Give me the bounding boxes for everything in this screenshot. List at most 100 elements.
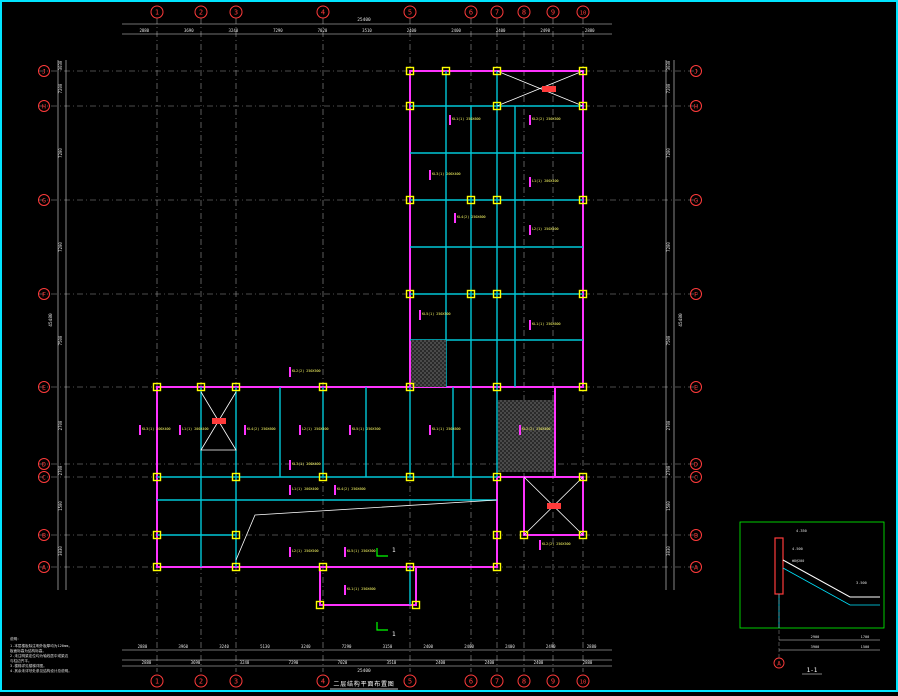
stair-opening-east [547,503,561,509]
axis-label-x: 5 [408,9,412,17]
detail-elev-mid: 4.500 [792,547,803,551]
beam-label: KL5(1) 250X500 [347,549,376,553]
beam-label: KL5(1) 250X500 [422,312,451,316]
note-line-2: 板面标高为结构标高。 [10,648,46,653]
note-line-6: 4.其余未详尽处参见结构设计总说明。 [10,668,72,673]
plan-title: 二层结构平面布置图 [333,680,394,688]
dim-segment: 2400 [464,644,474,649]
axis-label-y: F [694,291,698,299]
dim-side-segment: 7200 [58,83,63,93]
beam-tag [139,425,141,435]
dim-segment: 3240 [301,644,311,649]
beam-label: L1(1) 200X400 [532,179,559,183]
dim-side-segment: 7200 [666,83,671,93]
beam-tag [529,177,531,187]
beam-tag [179,425,181,435]
axis-bubbles-x: 1 1 2 2 3 3 4 4 5 5 6 6 7 7 8 8 9 9 10 10 [150,5,590,688]
dim-left-total: 45480 [48,313,54,327]
dim-side-segment: 7200 [58,148,63,158]
dim-segment: 2880 [142,660,152,665]
axis-label-y: F [42,291,46,299]
beam-label: KL2(2) 250X500 [542,542,571,546]
dim-segment: 2400 [407,28,417,33]
beam-tag [289,485,291,495]
detail-slab [782,559,880,598]
beam-label: KL4(2) 250X600 [457,215,486,219]
dim-segment: 7290 [273,28,283,33]
dim-segment: 2400 [496,28,506,33]
dim-right-total: 45480 [678,313,684,327]
beam-tag [529,115,531,125]
interior-beams [157,71,583,605]
beam-label: KL2(2) 250X500 [532,117,561,121]
detail-elev-right: 3.500 [856,581,867,585]
beam-tag [449,115,451,125]
dim-segment: 7290 [289,660,299,665]
stair-hatch-areas [411,340,554,472]
dim-segment: 2880 [138,644,148,649]
beam-tag [289,547,291,557]
axis-label-x: 2 [199,9,203,17]
beam-tag [344,547,346,557]
dim-side-segment: 3030 [58,60,63,70]
dim-segment: 3240 [240,660,250,665]
dim-segment: 3240 [219,644,229,649]
dim-side-segment: 7200 [666,148,671,158]
axis-label-y: A [42,564,46,572]
axis-grid-horizontal [38,70,702,568]
axis-label-x: 4 [321,678,325,686]
drawing-canvas[interactable]: 25400 25400 45480 45480 2880 3690 3240 7290… [0,0,898,692]
dimension-texts: 25400 25400 45480 45480 [48,17,684,674]
dim-segment: 2400 [436,660,446,665]
beam-label: L1(1) 200X400 [292,487,319,491]
dim-side-segment: 2700 [666,420,671,430]
axis-label-y: G [694,197,698,205]
beam-label: L2(1) 250X500 [292,549,319,553]
beam-label: KL3(1) 200X400 [142,427,171,431]
axis-label-y: H [42,103,46,111]
detail-elev-top: 4.350 [796,529,807,533]
axis-label-y: H [694,103,698,111]
axis-label-x: 10 [580,11,587,17]
axis-label-x: 4 [321,9,325,17]
axis-label-x: 8 [522,678,526,686]
dim-segment: 3150 [383,644,393,649]
beam-label: KL4(2) 250X600 [337,487,366,491]
dim-side-segment: 7200 [666,242,671,252]
dim-segment: 3960 [178,644,188,649]
dim-segment: 2400 [423,644,433,649]
columns [152,66,588,610]
notes: 说明： 1.本层楼板除注明外板厚均为120mm， 板面标高为结构标高。 2.未注… [10,636,72,673]
dim-side-segment: 3030 [666,546,671,556]
note-line-1: 1.本层楼板除注明外板厚均为120mm， [10,643,72,648]
axis-label-x: 3 [234,678,238,686]
dim-side-segment: 7500 [58,335,63,345]
dim-segment: 7290 [342,644,352,649]
axis-label-y: B [694,532,698,540]
cad-viewport[interactable]: 25400 25400 45480 45480 2880 3690 3240 7290… [0,0,898,692]
dim-side-segment: 3030 [666,60,671,70]
note-line-3: 2.未注明梁定位均为轴线居中或梁边 [10,653,69,658]
section-mark-top: 1 [392,547,396,554]
axis-grid-vertical [156,18,584,672]
beam-label: KL1(1) 250X600 [452,117,481,121]
beam-tag [519,425,521,435]
dim-segment: 3690 [184,28,194,33]
dim-segment: 2400 [534,660,544,665]
dim-side-segment: 2700 [58,420,63,430]
detail-dim-2: 1700 [861,635,870,639]
axis-label-x: 7 [495,9,499,17]
dim-segment: 5130 [260,644,270,649]
note-line-4: 与柱边齐平。 [10,658,32,663]
beam-labels: KL1(1) 250X600 KL2(2) 250X500 KL3(1) 200X4… [139,115,571,595]
axis-label-y: E [694,384,698,392]
dim-top-segments: 2880 3690 3240 7290 7020 3510 2400 2400 2400 2490… [139,28,595,33]
dim-segment: 3690 [191,660,201,665]
axis-label-y: D [694,461,698,469]
dim-segment: 2400 [451,28,461,33]
dim-side-segment: 3030 [58,546,63,556]
beam-label: L1(1) 200X400 [182,427,209,431]
beam-label: KL4(2) 250X600 [247,427,276,431]
beam-tag [539,540,541,550]
dim-top-total: 25400 [357,17,371,23]
